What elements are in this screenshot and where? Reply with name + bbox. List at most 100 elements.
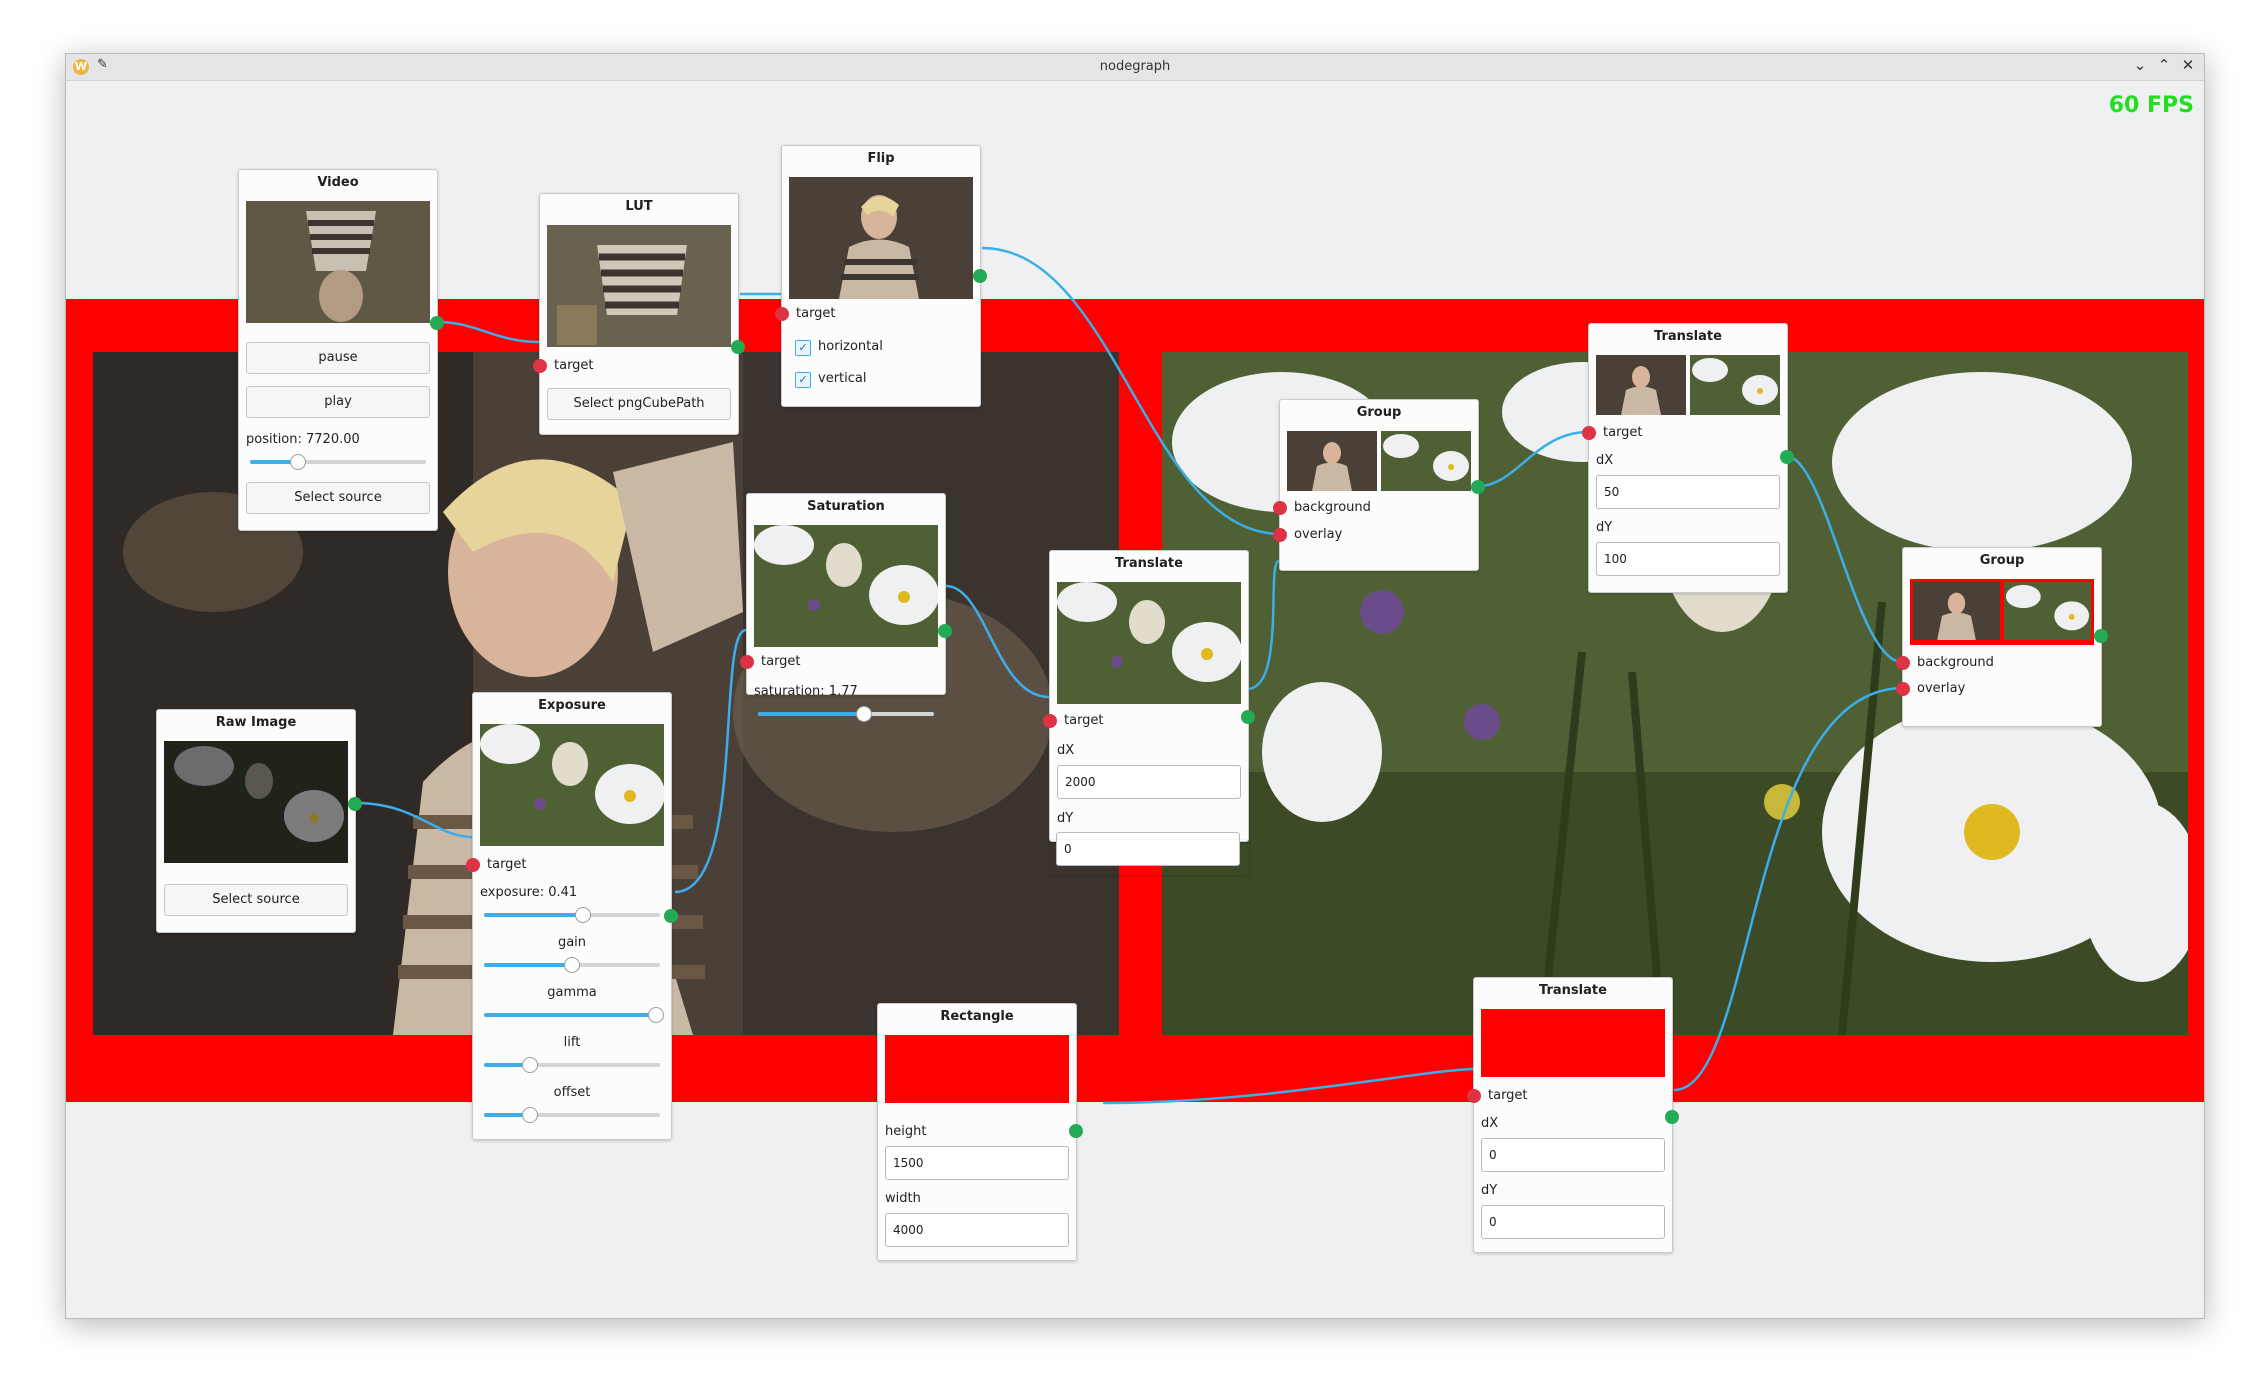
- width-label: width: [885, 1191, 921, 1206]
- rectangle-node[interactable]: Rectangle height 1500 width 4000: [877, 1003, 1083, 1261]
- lut-node[interactable]: LUT target Select pngCubePath: [533, 193, 745, 435]
- translate-2-output-port[interactable]: [1780, 450, 1794, 464]
- group-2-background-preview: [1913, 582, 2000, 640]
- node-title: Video: [317, 175, 359, 190]
- vertical-checkbox[interactable]: ✓: [795, 372, 811, 388]
- exposure-node[interactable]: Exposure target exposure: 0.41 gain gamm…: [466, 692, 678, 1140]
- exposure-output-port[interactable]: [664, 909, 678, 923]
- target-label: target: [796, 306, 836, 321]
- translate-node-2[interactable]: Translate target dX 50 dY 100: [1582, 323, 1794, 593]
- height-input[interactable]: 1500: [885, 1146, 1069, 1180]
- flip-target-port[interactable]: [775, 307, 789, 321]
- dy-input[interactable]: 0: [1481, 1205, 1665, 1239]
- flip-preview-image: [789, 177, 973, 299]
- group-1-overlay-preview: [1381, 431, 1471, 491]
- raw-image-output-port[interactable]: [348, 797, 362, 811]
- group-node-1[interactable]: Group background overlay: [1273, 399, 1485, 571]
- saturation-output-port[interactable]: [938, 624, 952, 638]
- play-button[interactable]: play: [246, 386, 430, 418]
- flip-node[interactable]: Flip target ✓ horizontal ✓ vertical: [775, 145, 987, 407]
- translate-2-target-port[interactable]: [1582, 426, 1596, 440]
- dy-label: dY: [1481, 1183, 1498, 1198]
- translate-node-3[interactable]: Translate target dX 0 dY 0: [1467, 977, 1679, 1253]
- lift-slider[interactable]: [484, 1057, 660, 1073]
- exposure-slider[interactable]: [484, 907, 660, 923]
- group-1-overlay-port[interactable]: [1273, 528, 1287, 542]
- node-title: LUT: [625, 199, 653, 214]
- node-title: Raw Image: [215, 715, 297, 730]
- target-label: target: [1603, 425, 1643, 440]
- video-preview-image: [246, 201, 430, 323]
- translate-node-1[interactable]: Translate target dX 2000 dY: [1043, 550, 1255, 842]
- translate-3-output-port[interactable]: [1665, 1110, 1679, 1124]
- lut-preview-image: [547, 225, 731, 347]
- rectangle-output-port[interactable]: [1069, 1124, 1083, 1138]
- video-node[interactable]: Video pause play position: 7720.00 Selec…: [238, 169, 444, 531]
- translate-1-output-port[interactable]: [1241, 710, 1255, 724]
- dy-input[interactable]: 100: [1596, 542, 1780, 576]
- node-canvas[interactable]: 60 FPS Video pause play position: 7720.0…: [66, 81, 2204, 1318]
- node-title: Exposure: [538, 698, 606, 713]
- offset-label: offset: [553, 1085, 591, 1100]
- dx-label: dX: [1057, 743, 1075, 758]
- vertical-label: vertical: [818, 371, 867, 386]
- raw-image-node[interactable]: Raw Image Select source: [156, 709, 362, 933]
- target-label: target: [487, 857, 527, 872]
- select-pngcubepath-button[interactable]: Select pngCubePath: [547, 388, 731, 420]
- lift-label: lift: [563, 1035, 581, 1050]
- maximize-icon[interactable]: ⌃: [2154, 56, 2174, 74]
- group-2-overlay-port[interactable]: [1896, 682, 1910, 696]
- minimize-icon[interactable]: ⌄: [2130, 56, 2150, 74]
- group-2-output-port[interactable]: [2094, 629, 2108, 643]
- close-icon[interactable]: ✕: [2178, 56, 2198, 74]
- group-2-overlay-preview: [2004, 582, 2091, 640]
- saturation-slider[interactable]: [758, 706, 934, 722]
- background-label: background: [1294, 500, 1371, 515]
- group-node-2[interactable]: Group background overlay: [1896, 547, 2108, 727]
- dx-input[interactable]: 0: [1481, 1138, 1665, 1172]
- height-label: height: [885, 1124, 927, 1139]
- flip-output-port[interactable]: [973, 269, 987, 283]
- offset-slider[interactable]: [484, 1107, 660, 1123]
- saturation-node[interactable]: Saturation target saturation: 1.77: [740, 493, 952, 722]
- position-slider[interactable]: [250, 454, 426, 470]
- dx-input[interactable]: 50: [1596, 475, 1780, 509]
- translate-2-preview-left: [1596, 355, 1686, 415]
- horizontal-label: horizontal: [818, 339, 883, 354]
- exposure-preview-image: [480, 724, 664, 846]
- saturation-preview-image: [754, 525, 938, 647]
- horizontal-checkbox[interactable]: ✓: [795, 340, 811, 356]
- saturation-target-port[interactable]: [740, 655, 754, 669]
- node-title: Translate: [1654, 329, 1722, 344]
- node-title: Translate: [1115, 556, 1183, 571]
- dx-input[interactable]: 2000: [1057, 765, 1241, 799]
- lut-target-port[interactable]: [533, 359, 547, 373]
- width-input[interactable]: 4000: [885, 1213, 1069, 1247]
- translate-1-footer: [1049, 840, 1249, 875]
- video-output-port[interactable]: [430, 316, 444, 330]
- pause-button[interactable]: pause: [246, 342, 430, 374]
- translate-3-target-port[interactable]: [1467, 1089, 1481, 1103]
- exposure-target-port[interactable]: [466, 858, 480, 872]
- rectangle-preview: [885, 1035, 1069, 1103]
- gain-slider[interactable]: [484, 957, 660, 973]
- select-source-button[interactable]: Select source: [246, 482, 430, 514]
- target-label: target: [1488, 1088, 1528, 1103]
- translate-1-preview-image: [1057, 582, 1241, 704]
- group-1-output-port[interactable]: [1471, 480, 1485, 494]
- group-2-background-port[interactable]: [1896, 656, 1910, 670]
- translate-2-preview-right: [1690, 355, 1780, 415]
- dy-label: dY: [1596, 520, 1613, 535]
- gamma-slider[interactable]: [484, 1007, 665, 1023]
- translate-1-target-port[interactable]: [1043, 714, 1057, 728]
- lut-output-port[interactable]: [731, 340, 745, 354]
- gain-label: gain: [557, 935, 587, 950]
- target-label: target: [761, 654, 801, 669]
- title-bar[interactable]: W ✎ nodegraph ⌄ ⌃ ✕: [66, 54, 2204, 81]
- translate-3-preview: [1481, 1009, 1665, 1077]
- exposure-label: exposure: 0.41: [480, 885, 578, 900]
- select-source-button[interactable]: Select source: [164, 884, 348, 916]
- fps-counter: 60 FPS: [2108, 93, 2194, 118]
- group-1-background-port[interactable]: [1273, 501, 1287, 515]
- node-title: Group: [1979, 553, 2025, 568]
